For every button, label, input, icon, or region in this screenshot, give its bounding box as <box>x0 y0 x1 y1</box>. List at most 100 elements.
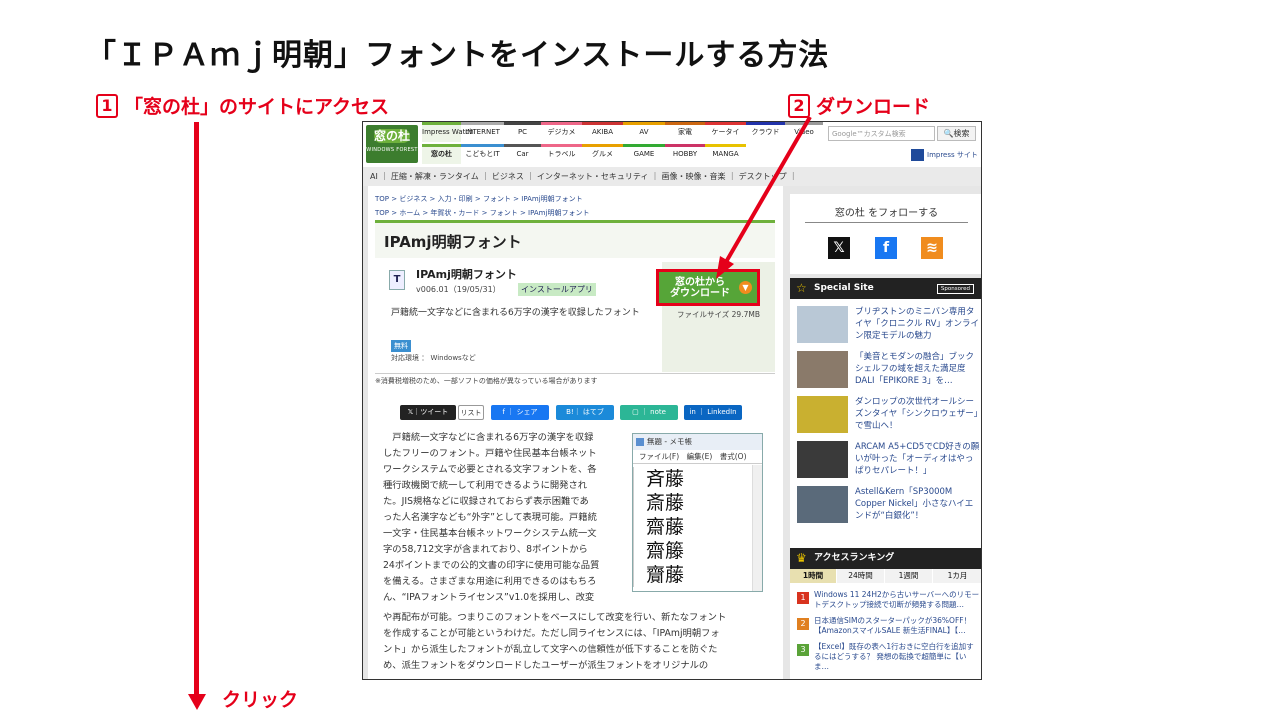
website-screenshot: 窓の杜 WINDOWS FOREST Impress Watch INTERNET… <box>362 121 982 680</box>
impress-site-link[interactable]: Impress サイト <box>911 149 978 161</box>
linkedin-share-button[interactable]: in ｜ LinkedIn <box>684 405 742 420</box>
star-icon: ☆ <box>796 281 807 295</box>
special-site-text: Astell&Kern「SP3000M Copper Nickel」小さなハイエ… <box>855 487 974 521</box>
step-arrow-line <box>194 122 199 696</box>
step-1-text: 「窓の杜」のサイトにアクセス <box>124 96 390 118</box>
ranking-text: 日本通信SIMのスターターパックが36%OFF！【AmazonスマイルSALE … <box>814 616 972 635</box>
nav-top-7[interactable]: ケータイ <box>705 122 746 142</box>
download-button[interactable]: 窓の杜から ダウンロード ▼ <box>656 269 760 306</box>
download-arrow-icon: ▼ <box>739 281 752 294</box>
notepad-scrollbar <box>752 465 762 591</box>
search-icon: 🔍 <box>943 129 954 138</box>
app-description: 戸籍統一文字などに含まれる6万字の漢字を収録したフォント <box>391 308 640 318</box>
x-follow-icon[interactable]: 𝕏 <box>828 237 850 259</box>
app-name[interactable]: IPAmj明朝フォント <box>416 266 517 282</box>
nav-top-3[interactable]: デジカメ <box>541 122 582 142</box>
nav-top-6[interactable]: 家電 <box>665 122 705 142</box>
note-share-button[interactable]: ▢ ｜ note <box>620 405 678 420</box>
nav-bottom-4[interactable]: グルメ <box>582 144 623 164</box>
note-label: note <box>650 408 666 416</box>
linkedin-icon: in ｜ <box>689 408 708 416</box>
special-site-item[interactable]: ブリヂストンのミニバン専用タイヤ「クロニクル RV」オンライン限定モデルの魅力 <box>797 306 980 343</box>
page-title: IPAmj明朝フォント <box>384 233 522 251</box>
notepad-titlebar: 無題 - メモ帳 <box>633 434 762 450</box>
ranking-tab[interactable]: 24時間 <box>837 569 885 583</box>
article-line: た。JIS規格などに収録されておらず表示困難であ <box>383 496 589 507</box>
search-input[interactable]: Google™カスタム検索 <box>828 126 935 141</box>
breadcrumb-1[interactable]: TOP > ビジネス > 入力・印刷 > フォント > IPAmj明朝フォント <box>375 194 583 204</box>
facebook-share-label: シェア <box>516 408 538 416</box>
slide: 「ＩＰＡｍｊ明朝」フォントをインストールする方法 1 「窓の杜」のサイトにアクセ… <box>0 0 1280 720</box>
nav-top-0[interactable]: Impress Watch <box>422 122 474 142</box>
ranking-header: ♛ アクセスランキング <box>790 548 981 569</box>
site-logo[interactable]: 窓の杜 WINDOWS FOREST <box>366 125 418 163</box>
download-label-1: 窓の杜から <box>675 277 725 288</box>
ranking-item[interactable]: 3 【Excel】既存の表へ1行おきに空白行を追加するにはどうする？ 発想の転換で… <box>797 642 980 671</box>
ranking-number: 1 <box>797 592 809 604</box>
article-line: ん、“IPAフォントライセンス”v1.0を採用し、改変 <box>383 592 595 603</box>
search-button-label: 検索 <box>953 129 970 138</box>
article-line: や再配布が可能。つまりこのフォントをベースにして改変を行い、新たなフォント <box>383 612 727 623</box>
article-line: ント」から派生したフォントが乱立して文字への信頼性が低下することを防ぐた <box>383 644 718 655</box>
note-icon: ▢ ｜ <box>632 408 651 416</box>
nav-bottom-1[interactable]: こどもとIT <box>461 144 504 164</box>
ranking-text: Windows 11 24H2から古いサーバーへのリモートデスクトップ接続で切断… <box>814 590 980 609</box>
nav-top-1[interactable]: INTERNET <box>461 122 504 142</box>
nav-bottom-0[interactable]: 窓の杜 <box>422 144 461 164</box>
notepad-icon <box>636 438 644 446</box>
site-header: 窓の杜 WINDOWS FOREST Impress Watch INTERNET… <box>363 122 981 167</box>
facebook-share-button[interactable]: f ｜ シェア <box>491 405 549 420</box>
nav-bottom-5[interactable]: GAME <box>623 144 665 164</box>
special-site-item[interactable]: ARCAM A5+CD5でCD好きの願いが叶った「オーディオはやっぱりセパレート… <box>797 441 980 478</box>
ranking-number: 3 <box>797 644 809 656</box>
app-version: v006.01（19/05/31） <box>416 285 501 294</box>
notepad-title: 無題 - メモ帳 <box>647 437 692 446</box>
nav-bottom-2[interactable]: Car <box>504 144 541 164</box>
notepad-line: 齎藤 <box>633 563 762 587</box>
special-site-item[interactable]: ダンロップの次世代オールシーズンタイヤ「シンクロウェザー」で雪山へ！ <box>797 396 980 433</box>
hatena-icon: B!｜ <box>566 408 583 416</box>
article-line: 戸籍統一文字などに含まれる6万字の漢字を収録 <box>383 432 594 443</box>
file-size: ファイルサイズ 29.7MB <box>677 310 760 319</box>
ranking-tab[interactable]: 1カ月 <box>933 569 981 583</box>
nav-top-2[interactable]: PC <box>504 122 541 142</box>
ranking-tab[interactable]: 1時間 <box>790 569 837 583</box>
nav-bottom-3[interactable]: トラベル <box>541 144 582 164</box>
step-arrow-head <box>188 694 206 710</box>
search-button[interactable]: 🔍検索 <box>937 126 976 141</box>
x-icon: 𝕏｜ <box>407 408 421 416</box>
os-requirement: 対応環境 ： Windowsなど <box>391 354 476 362</box>
nav-bottom-6[interactable]: HOBBY <box>665 144 705 164</box>
nav-bottom-7[interactable]: MANGA <box>705 144 746 164</box>
linkedin-label: LinkedIn <box>707 408 737 416</box>
rss-follow-icon[interactable]: ≋ <box>921 237 943 259</box>
ranking-tab[interactable]: 1週間 <box>885 569 933 583</box>
notepad-text-area: 斉藤 斎藤 齋藤 齋籐 齎藤 <box>633 465 762 591</box>
sidebar: 窓の杜 をフォローする 𝕏 f ≋ ☆ Special Site Sponsor… <box>790 186 981 679</box>
special-site-thumbnail <box>797 306 848 343</box>
nav-top-8[interactable]: クラウド <box>746 122 785 142</box>
special-site-box: ☆ Special Site Sponsored ブリヂストンのミニバン専用タイ… <box>790 278 981 550</box>
notepad-screenshot: 無題 - メモ帳 ファイル(F) 編集(E) 書式(O) 斉藤 斎藤 齋藤 齋籐 齎藤 <box>632 433 763 592</box>
notepad-line: 齋藤 <box>633 515 762 539</box>
ranking-item[interactable]: 1 Windows 11 24H2から古いサーバーへのリモートデスクトップ接続で切… <box>797 590 980 616</box>
special-site-thumbnail <box>797 396 848 433</box>
font-app-icon: T <box>389 270 405 290</box>
nav-top-5[interactable]: AV <box>623 122 665 142</box>
special-site-item[interactable]: Astell&Kern「SP3000M Copper Nickel」小さなハイエ… <box>797 486 980 523</box>
nav-top-4[interactable]: AKIBA <box>582 122 623 142</box>
ranking-item[interactable]: 2 日本通信SIMのスターターパックが36%OFF！【AmazonスマイルSALE… <box>797 616 980 642</box>
category-subnav[interactable]: AI ｜ 圧縮・解凍・ランタイム ｜ ビジネス ｜ インターネット・セキュリティ… <box>363 167 981 186</box>
crown-icon: ♛ <box>796 551 807 565</box>
facebook-follow-icon[interactable]: f <box>875 237 897 259</box>
nav-top-9[interactable]: Video <box>785 122 823 142</box>
article-line: を備える。さまざまな用途に利用できるのはもちろ <box>383 576 597 587</box>
ranking-title: アクセスランキング <box>814 553 895 563</box>
special-site-item[interactable]: 「美音とモダンの融合」ブックシェルフの域を超えた満足度DALI「EPIKORE … <box>797 351 980 388</box>
hatena-bookmark-button[interactable]: B!｜ はてブ <box>556 405 614 420</box>
tweet-button[interactable]: 𝕏｜ツイート <box>400 405 456 420</box>
list-button[interactable]: リスト <box>458 405 484 420</box>
special-site-text: 「美音とモダンの融合」ブックシェルフの域を超えた満足度DALI「EPIKORE … <box>855 352 975 386</box>
breadcrumb-2[interactable]: TOP > ホーム > 年賀状・カード > フォント > IPAmj明朝フォント <box>375 208 589 218</box>
impress-site-label: Impress サイト <box>927 151 978 159</box>
